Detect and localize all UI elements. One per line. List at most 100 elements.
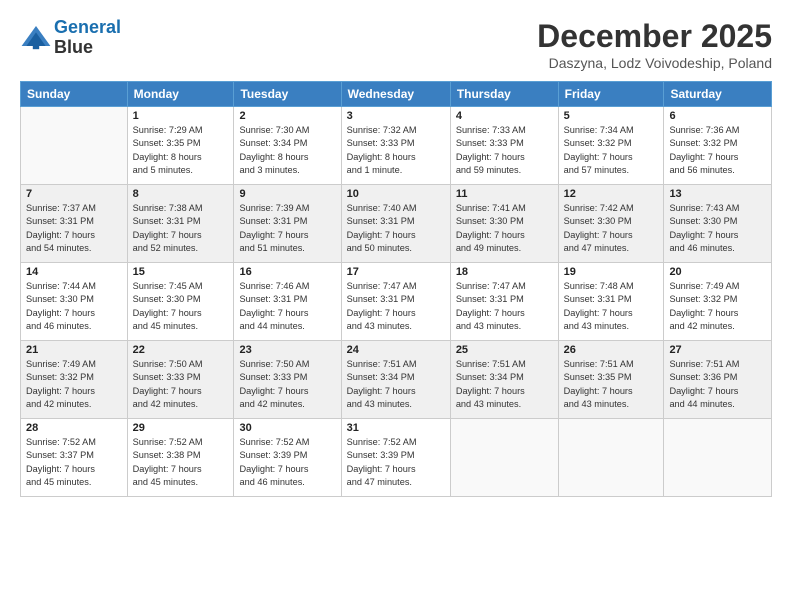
day-number: 20	[669, 266, 766, 278]
calendar-cell: 11 Sunrise: 7:41 AMSunset: 3:30 PMDayligh…	[450, 185, 558, 263]
day-number: 7	[26, 188, 122, 200]
day-number: 16	[239, 266, 335, 278]
day-info: Sunrise: 7:52 AMSunset: 3:37 PMDaylight:…	[26, 436, 122, 489]
day-number: 4	[456, 110, 553, 122]
day-info: Sunrise: 7:50 AMSunset: 3:33 PMDaylight:…	[133, 358, 229, 411]
calendar-cell: 22 Sunrise: 7:50 AMSunset: 3:33 PMDayligh…	[127, 341, 234, 419]
day-number: 18	[456, 266, 553, 278]
calendar-cell: 25Sunrise: 7:51 AMSunset: 3:34 PMDayligh…	[450, 341, 558, 419]
day-info: Sunrise: 7:49 AMSunset: 3:32 PMDaylight:…	[26, 358, 122, 411]
day-number: 19	[564, 266, 659, 278]
day-info: Sunrise: 7:51 AMSunset: 3:35 PMDaylight:…	[564, 358, 659, 411]
day-number: 8	[133, 188, 229, 200]
day-number: 15	[133, 266, 229, 278]
day-info: Sunrise: 7:37 AMSunset: 3:31 PMDaylight:…	[26, 202, 122, 255]
day-info: Sunrise: 7:33 AMSunset: 3:33 PMDaylight:…	[456, 124, 553, 177]
calendar-cell: 5 Sunrise: 7:34 AMSunset: 3:32 PMDaylight…	[558, 107, 664, 185]
calendar-cell: 2 Sunrise: 7:30 AMSunset: 3:34 PMDaylight…	[234, 107, 341, 185]
calendar-cell: 24 Sunrise: 7:51 AMSunset: 3:34 PMDayligh…	[341, 341, 450, 419]
logo-text: General Blue	[54, 18, 121, 58]
location: Daszyna, Lodz Voivodeship, Poland	[537, 55, 772, 71]
day-info: Sunrise: 7:47 AMSunset: 3:31 PMDaylight:…	[347, 280, 445, 333]
calendar-cell: 12 Sunrise: 7:42 AMSunset: 3:30 PMDayligh…	[558, 185, 664, 263]
day-info: Sunrise: 7:52 AMSunset: 3:39 PMDaylight:…	[239, 436, 335, 489]
calendar-cell: 8 Sunrise: 7:38 AMSunset: 3:31 PMDaylight…	[127, 185, 234, 263]
calendar-cell	[664, 419, 772, 497]
day-header-tuesday: Tuesday	[234, 82, 341, 107]
day-info: Sunrise: 7:45 AMSunset: 3:30 PMDaylight:…	[133, 280, 229, 333]
week-row-5: 28 Sunrise: 7:52 AMSunset: 3:37 PMDayligh…	[21, 419, 772, 497]
calendar-cell	[558, 419, 664, 497]
calendar-cell: 3 Sunrise: 7:32 AMSunset: 3:33 PMDaylight…	[341, 107, 450, 185]
day-info: Sunrise: 7:40 AMSunset: 3:31 PMDaylight:…	[347, 202, 445, 255]
day-header-monday: Monday	[127, 82, 234, 107]
calendar-table: SundayMondayTuesdayWednesdayThursdayFrid…	[20, 81, 772, 497]
day-info: Sunrise: 7:52 AMSunset: 3:39 PMDaylight:…	[347, 436, 445, 489]
day-info: Sunrise: 7:30 AMSunset: 3:34 PMDaylight:…	[239, 124, 335, 177]
calendar-cell: 27Sunrise: 7:51 AMSunset: 3:36 PMDayligh…	[664, 341, 772, 419]
calendar-cell: 28 Sunrise: 7:52 AMSunset: 3:37 PMDayligh…	[21, 419, 128, 497]
calendar-cell: 16 Sunrise: 7:46 AMSunset: 3:31 PMDayligh…	[234, 263, 341, 341]
calendar-cell: 7 Sunrise: 7:37 AMSunset: 3:31 PMDaylight…	[21, 185, 128, 263]
calendar-cell: 30 Sunrise: 7:52 AMSunset: 3:39 PMDayligh…	[234, 419, 341, 497]
calendar-cell: 20Sunrise: 7:49 AMSunset: 3:32 PMDayligh…	[664, 263, 772, 341]
day-header-saturday: Saturday	[664, 82, 772, 107]
day-number: 14	[26, 266, 122, 278]
day-number: 1	[133, 110, 229, 122]
day-number: 28	[26, 422, 122, 434]
day-info: Sunrise: 7:52 AMSunset: 3:38 PMDaylight:…	[133, 436, 229, 489]
day-number: 24	[347, 344, 445, 356]
day-header-thursday: Thursday	[450, 82, 558, 107]
day-number: 21	[26, 344, 122, 356]
calendar-cell: 9Sunrise: 7:39 AMSunset: 3:31 PMDaylight…	[234, 185, 341, 263]
day-number: 26	[564, 344, 659, 356]
day-header-sunday: Sunday	[21, 82, 128, 107]
day-info: Sunrise: 7:46 AMSunset: 3:31 PMDaylight:…	[239, 280, 335, 333]
calendar-cell: 4 Sunrise: 7:33 AMSunset: 3:33 PMDaylight…	[450, 107, 558, 185]
day-info: Sunrise: 7:43 AMSunset: 3:30 PMDaylight:…	[669, 202, 766, 255]
calendar-cell	[450, 419, 558, 497]
day-info: Sunrise: 7:50 AMSunset: 3:33 PMDaylight:…	[239, 358, 335, 411]
week-row-3: 14 Sunrise: 7:44 AMSunset: 3:30 PMDayligh…	[21, 263, 772, 341]
day-number: 31	[347, 422, 445, 434]
day-number: 11	[456, 188, 553, 200]
day-number: 2	[239, 110, 335, 122]
day-number: 3	[347, 110, 445, 122]
day-number: 17	[347, 266, 445, 278]
calendar-cell: 31 Sunrise: 7:52 AMSunset: 3:39 PMDayligh…	[341, 419, 450, 497]
calendar-cell: 14 Sunrise: 7:44 AMSunset: 3:30 PMDayligh…	[21, 263, 128, 341]
day-number: 12	[564, 188, 659, 200]
calendar-cell: 29Sunrise: 7:52 AMSunset: 3:38 PMDayligh…	[127, 419, 234, 497]
day-info: Sunrise: 7:51 AMSunset: 3:34 PMDaylight:…	[456, 358, 553, 411]
calendar-cell: 15 Sunrise: 7:45 AMSunset: 3:30 PMDayligh…	[127, 263, 234, 341]
calendar-cell: 21 Sunrise: 7:49 AMSunset: 3:32 PMDayligh…	[21, 341, 128, 419]
day-number: 27	[669, 344, 766, 356]
page: General Blue December 2025 Daszyna, Lodz…	[0, 0, 792, 612]
day-info: Sunrise: 7:47 AMSunset: 3:31 PMDaylight:…	[456, 280, 553, 333]
day-info: Sunrise: 7:38 AMSunset: 3:31 PMDaylight:…	[133, 202, 229, 255]
week-row-1: 1Sunrise: 7:29 AMSunset: 3:35 PMDaylight…	[21, 107, 772, 185]
day-info: Sunrise: 7:44 AMSunset: 3:30 PMDaylight:…	[26, 280, 122, 333]
day-number: 6	[669, 110, 766, 122]
calendar-cell: 23 Sunrise: 7:50 AMSunset: 3:33 PMDayligh…	[234, 341, 341, 419]
calendar-cell	[21, 107, 128, 185]
day-number: 30	[239, 422, 335, 434]
day-number: 5	[564, 110, 659, 122]
header-row: SundayMondayTuesdayWednesdayThursdayFrid…	[21, 82, 772, 107]
day-number: 9	[239, 188, 335, 200]
day-info: Sunrise: 7:41 AMSunset: 3:30 PMDaylight:…	[456, 202, 553, 255]
calendar-cell: 19Sunrise: 7:48 AMSunset: 3:31 PMDayligh…	[558, 263, 664, 341]
day-header-friday: Friday	[558, 82, 664, 107]
header: General Blue December 2025 Daszyna, Lodz…	[20, 18, 772, 71]
day-info: Sunrise: 7:34 AMSunset: 3:32 PMDaylight:…	[564, 124, 659, 177]
week-row-2: 7 Sunrise: 7:37 AMSunset: 3:31 PMDaylight…	[21, 185, 772, 263]
day-number: 22	[133, 344, 229, 356]
day-info: Sunrise: 7:32 AMSunset: 3:33 PMDaylight:…	[347, 124, 445, 177]
calendar-cell: 17 Sunrise: 7:47 AMSunset: 3:31 PMDayligh…	[341, 263, 450, 341]
day-number: 23	[239, 344, 335, 356]
logo: General Blue	[20, 18, 121, 58]
day-info: Sunrise: 7:42 AMSunset: 3:30 PMDaylight:…	[564, 202, 659, 255]
day-info: Sunrise: 7:51 AMSunset: 3:34 PMDaylight:…	[347, 358, 445, 411]
calendar-cell: 6Sunrise: 7:36 AMSunset: 3:32 PMDaylight…	[664, 107, 772, 185]
calendar-cell: 13Sunrise: 7:43 AMSunset: 3:30 PMDayligh…	[664, 185, 772, 263]
